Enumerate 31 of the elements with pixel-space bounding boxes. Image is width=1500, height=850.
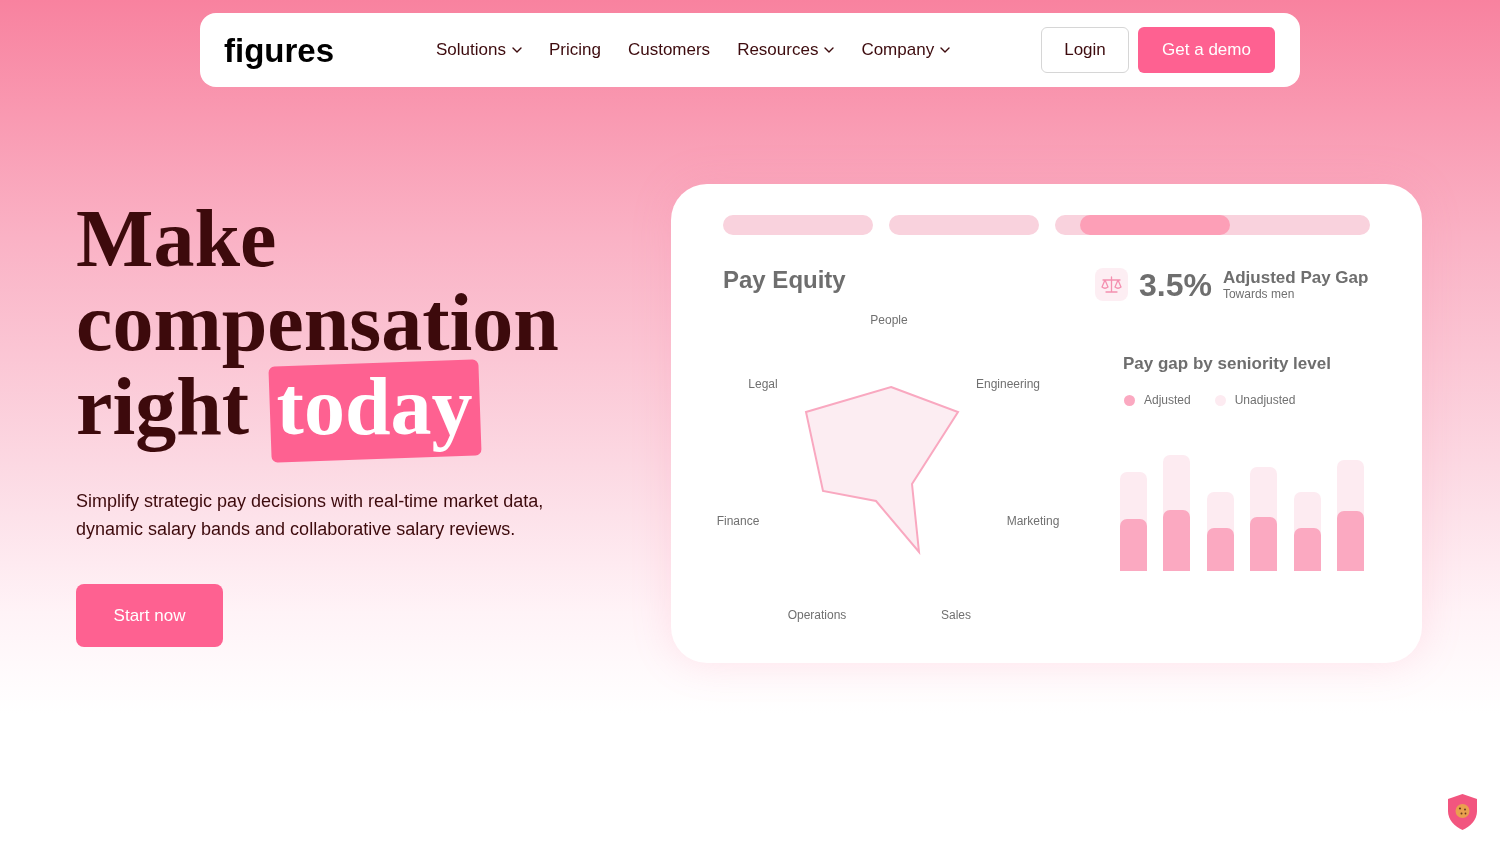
radar-axis-label: People [870,313,908,327]
chevron-down-icon [824,47,835,53]
radar-axis-label: Finance [716,514,760,528]
chevron-down-icon [511,47,522,53]
slide-indicator[interactable] [889,215,1039,235]
pay-gap-value: 3.5% [1139,268,1212,301]
radar-axis-label: Engineering [975,377,1041,391]
radar-axis-label: Sales [941,608,971,622]
nav-link[interactable]: Pricing [548,37,601,63]
nav-link[interactable]: Resources [737,37,835,63]
slide-indicator[interactable] [723,215,873,235]
hero-description: Simplify strategic pay decisions with real-time market data, dynamic salary bands and collaborative salary reviews. [76,490,545,541]
legend-label: Adjusted [1144,392,1191,409]
chevron-down-icon [940,47,951,53]
legend-label: Unadjusted [1234,392,1296,409]
scale-icon [1095,268,1128,301]
pay-gap-label: Adjusted Pay Gap [1222,268,1369,287]
chart-title: Pay gap by seniority level [1123,354,1331,374]
radar-axis-label: Operations [787,608,847,622]
radar-axis-label: Marketing [1006,514,1060,528]
pay-gap-note: Towards men [1222,286,1295,301]
login-button[interactable]: Login [1041,27,1129,73]
hero-heading: Make compensation right today [76,197,566,463]
card-title: Pay Equity [723,266,846,294]
brand-logo[interactable]: figures [224,33,335,67]
nav-link[interactable]: Company [861,37,951,63]
slide-indicator[interactable] [1055,215,1370,235]
nav-link[interactable]: Solutions [436,37,522,63]
nav-link[interactable]: Customers [627,37,711,63]
shield-cookie-icon[interactable] [1447,793,1478,831]
radar-axis-label: Legal [748,377,778,391]
